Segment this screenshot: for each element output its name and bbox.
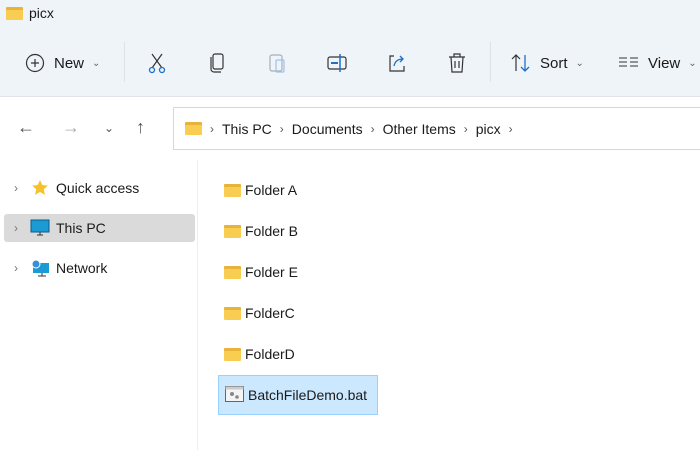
- folder-icon: [224, 224, 241, 238]
- paste-button[interactable]: [266, 45, 288, 81]
- divider: [124, 42, 125, 82]
- sidebar-item-this-pc[interactable]: › This PC: [4, 214, 195, 242]
- breadcrumb-documents[interactable]: Documents: [292, 121, 363, 137]
- chevron-down-icon: ⌄: [688, 57, 697, 69]
- new-button[interactable]: New ⌄: [24, 45, 100, 81]
- chevron-down-icon: ⌄: [575, 57, 584, 69]
- folder-icon: [224, 306, 241, 320]
- chevron-right-icon: ›: [210, 121, 214, 136]
- trash-icon: [446, 52, 468, 74]
- sidebar-item-label: Quick access: [56, 180, 140, 196]
- address-bar[interactable]: › This PC › Documents › Other Items › pi…: [173, 107, 700, 150]
- sort-button[interactable]: Sort ⌄: [510, 45, 584, 81]
- breadcrumb-picx[interactable]: picx: [476, 121, 501, 137]
- file-name: Folder B: [245, 223, 298, 239]
- folder-icon: [224, 265, 241, 279]
- share-icon: [386, 52, 408, 74]
- view-list-icon: [618, 52, 640, 74]
- chevron-right-icon: ›: [370, 121, 375, 136]
- paste-icon: [266, 52, 288, 74]
- window-title: picx: [6, 5, 54, 21]
- file-name: Folder E: [245, 264, 298, 280]
- rename-icon: [326, 52, 348, 74]
- file-name: FolderD: [245, 346, 295, 362]
- file-name: FolderC: [245, 305, 295, 321]
- chevron-right-icon: ›: [279, 121, 284, 136]
- up-button[interactable]: ↑: [136, 117, 145, 138]
- folder-icon: [224, 183, 241, 197]
- back-button[interactable]: ←: [17, 117, 35, 138]
- share-button[interactable]: [386, 45, 408, 81]
- view-label: View: [648, 54, 681, 72]
- file-item-selected[interactable]: BatchFileDemo.bat: [218, 375, 378, 415]
- sidebar-item-quick-access[interactable]: › Quick access: [4, 174, 195, 202]
- expand-icon[interactable]: ›: [4, 181, 28, 195]
- sidebar-item-network[interactable]: › Network: [4, 254, 195, 282]
- sidebar-item-label: This PC: [56, 220, 106, 236]
- forward-button[interactable]: →: [62, 117, 80, 138]
- file-name: Folder A: [245, 182, 298, 198]
- delete-button[interactable]: [446, 45, 468, 81]
- view-button[interactable]: View ⌄: [618, 45, 697, 81]
- copy-icon: [206, 52, 228, 74]
- star-icon: [28, 179, 52, 197]
- divider: [490, 42, 491, 82]
- plus-circle-icon: [24, 52, 46, 74]
- breadcrumb-other-items[interactable]: Other Items: [383, 121, 456, 137]
- file-item[interactable]: Folder A: [218, 170, 378, 210]
- folder-icon: [185, 122, 202, 135]
- cut-button[interactable]: [146, 45, 168, 81]
- recent-locations-button[interactable]: ⌄: [104, 121, 114, 135]
- sort-icon: [510, 52, 532, 74]
- chevron-right-icon: ›: [463, 121, 468, 136]
- breadcrumb-this-pc[interactable]: This PC: [222, 121, 272, 137]
- sidebar-item-label: Network: [56, 260, 108, 276]
- title-and-toolbar: picx New ⌄ Sort ⌄ View ⌄: [0, 0, 700, 97]
- new-label: New: [54, 54, 85, 72]
- folder-icon: [6, 6, 23, 20]
- file-item[interactable]: FolderD: [218, 334, 378, 374]
- navigation-pane: › Quick access › This PC › Network: [0, 160, 198, 450]
- chevron-right-icon[interactable]: ›: [509, 122, 513, 136]
- file-name: BatchFileDemo.bat: [248, 387, 368, 403]
- copy-button[interactable]: [206, 45, 228, 81]
- chevron-down-icon: ⌄: [92, 57, 101, 69]
- expand-icon[interactable]: ›: [4, 221, 28, 235]
- network-icon: [28, 259, 52, 277]
- rename-button[interactable]: [326, 45, 348, 81]
- expand-icon[interactable]: ›: [4, 261, 28, 275]
- batch-file-icon: [225, 385, 244, 405]
- file-item[interactable]: Folder B: [218, 211, 378, 251]
- file-item[interactable]: Folder E: [218, 252, 378, 292]
- file-item[interactable]: FolderC: [218, 293, 378, 333]
- scissors-icon: [146, 52, 168, 74]
- sort-label: Sort: [540, 54, 568, 72]
- folder-icon: [224, 347, 241, 361]
- window-title-text: picx: [29, 5, 54, 21]
- monitor-icon: [28, 219, 52, 237]
